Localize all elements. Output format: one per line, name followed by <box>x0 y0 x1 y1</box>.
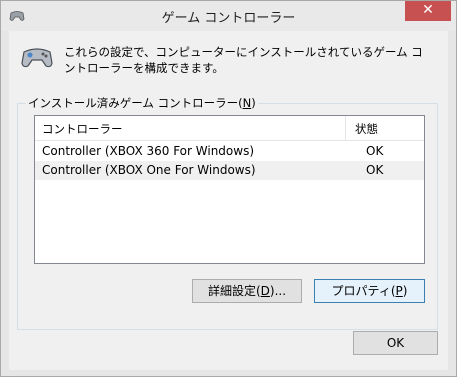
list-header: コントローラー 状態 <box>35 116 424 141</box>
group-label: インストール済みゲーム コントローラー(N) <box>26 95 258 111</box>
controller-status: OK <box>366 144 384 158</box>
game-controllers-dialog: ゲーム コントローラー ✕ これらの設定で、コンピューターにインストールされてい… <box>0 0 457 377</box>
advanced-settings-button[interactable]: 詳細設定(D)... <box>192 279 302 303</box>
controller-name: Controller (XBOX One For Windows) <box>42 163 256 177</box>
group-label-suffix: ) <box>251 96 256 110</box>
properties-label: プロパティ( <box>331 284 396 298</box>
controller-status: OK <box>366 163 384 177</box>
column-header-controller[interactable]: コントローラー <box>42 121 123 137</box>
column-divider[interactable] <box>345 116 346 140</box>
window-title: ゲーム コントローラー <box>161 11 296 26</box>
controller-list[interactable]: コントローラー 状態 Controller (XBOX 360 For Wind… <box>34 115 425 264</box>
properties-suffix: ) <box>402 284 408 298</box>
dialog-body: これらの設定で、コンピューターにインストールされているゲーム コントローラーを構… <box>9 31 448 370</box>
advanced-suffix: )... <box>269 284 287 298</box>
list-item[interactable]: Controller (XBOX 360 For Windows) OK <box>35 142 424 161</box>
description-text: これらの設定で、コンピューターにインストールされているゲーム コントローラーを構… <box>64 45 423 75</box>
list-item[interactable]: Controller (XBOX One For Windows) OK <box>35 161 424 180</box>
close-button[interactable]: ✕ <box>405 1 451 21</box>
advanced-accesskey: D <box>260 284 270 298</box>
group-label-accesskey: N <box>242 96 252 110</box>
ok-button[interactable]: OK <box>353 331 438 355</box>
properties-button[interactable]: プロパティ(P) <box>314 279 425 303</box>
group-label-text: インストール済みゲーム コントローラー( <box>28 96 243 110</box>
properties-accesskey: P <box>395 284 403 298</box>
advanced-label: 詳細設定( <box>207 284 261 298</box>
controller-name: Controller (XBOX 360 For Windows) <box>42 144 255 158</box>
gamepad-icon <box>21 48 53 68</box>
column-header-status[interactable]: 状態 <box>355 121 378 137</box>
title-bar[interactable]: ゲーム コントローラー ✕ <box>1 1 456 31</box>
